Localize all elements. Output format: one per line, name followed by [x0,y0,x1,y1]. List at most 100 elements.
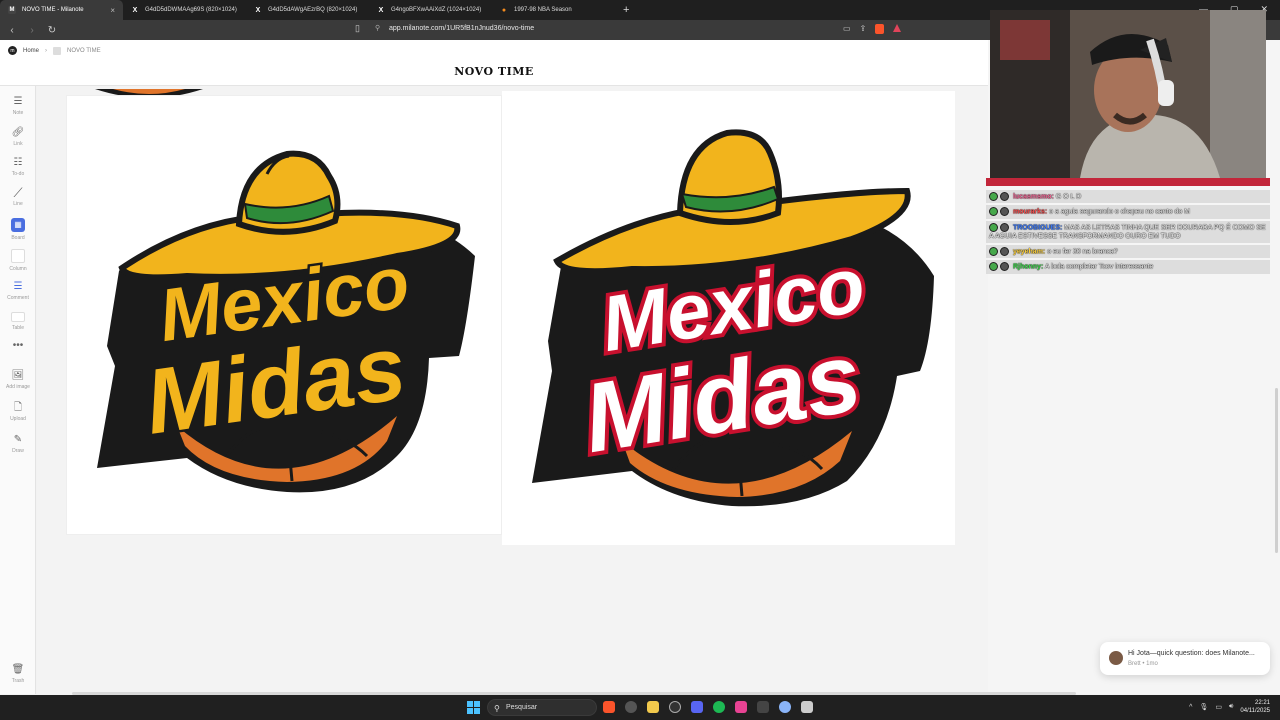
comment-icon: ☰ [13,281,23,292]
github-icon[interactable] [669,701,681,713]
badge-icon [1000,192,1009,201]
tool-draw[interactable]: ✎ Draw [0,434,36,454]
share-icon[interactable]: ⇪ [860,24,867,34]
file-explorer-icon[interactable] [647,701,659,713]
streamer-webcam-image [990,10,1266,178]
spotify-icon[interactable] [713,701,725,713]
chat-username: mourarks: [1012,208,1048,216]
x-icon: X [255,6,261,14]
settings-taskbar-icon[interactable] [625,701,637,713]
avatar [1109,651,1123,665]
tool-label: Line [13,201,23,207]
clock-time: 22:21 [1254,700,1270,706]
tool-line[interactable]: ⟋ Line [0,186,36,207]
windows-start-icon[interactable] [467,701,480,714]
chat-message: TROOBIGUES: MAS AS LETRAS TINHA QUE SER … [986,220,1270,244]
tool-comment[interactable]: ☰ Comment [0,281,36,301]
speaker-icon[interactable]: 🔊︎ [1229,703,1233,711]
network-icon[interactable]: ▭ [1215,703,1222,711]
microphone-icon[interactable]: 🎙︎ [1199,703,1208,711]
tool-more[interactable]: ••• [0,340,36,354]
tool-label: Table [12,325,24,331]
vertical-scrollbar[interactable] [1275,388,1278,553]
column-icon [11,249,25,263]
tool-label: Column [9,266,27,272]
new-tab-button[interactable]: + [623,4,629,16]
tab-label: G4ngoBFXwAAiXdZ (1024×1024) [391,7,482,13]
webcam-overlay [990,10,1266,178]
tab-milanote[interactable]: M NOVO TIME - Milanote × [0,0,123,20]
tool-label: Link [13,141,23,147]
note-icon: ☰ [13,96,23,107]
tab-image-1[interactable]: X G4dD5dDWMAAg69S (820×1024) [123,0,246,20]
stream-chat: lucasmsmo: G O L D mourarks: o a aguia s… [986,190,1270,276]
x-icon: X [378,6,384,14]
tool-label: To-do [11,171,25,177]
back-icon[interactable]: ‹ [4,25,20,36]
brave-rewards-icon[interactable] [893,24,902,32]
chat-message: Rjhonny: A bola completar Tcov interessa… [986,260,1270,274]
badge-icon [989,262,998,272]
chevron-up-icon[interactable]: ^ [1189,704,1192,711]
bookmark-icon[interactable]: ▯ [355,23,360,34]
app-icon[interactable] [735,701,747,713]
toast-message: Hi Jota—quick question: does Milanote... [1128,650,1255,657]
url-field[interactable]: app.milanote.com/1UR5fB1nJnud36/novo-tim… [389,25,534,32]
media-icon[interactable] [757,701,769,713]
tool-note[interactable]: ☰ Note [0,96,36,116]
upload-icon: 🗋︎ [13,402,23,413]
toast-meta: Brett • 1mo [1128,661,1158,667]
clock[interactable]: 22:21 04/11/2025 [1240,699,1270,715]
tab-label: G4dD5dAWgAEzrBQ (820×1024) [268,7,358,13]
brave-shields-icon[interactable] [875,24,885,34]
breadcrumb-home[interactable]: Home [23,48,39,54]
tool-upload[interactable]: 🗋︎ Upload [0,402,36,422]
taskbar-search[interactable]: ⚲ Pesquisar [487,699,597,716]
badge-icon [1000,207,1009,217]
chat-text: o a aguia segurando o chapeu no canto do… [1049,208,1191,216]
tool-trash[interactable]: 🗑︎ Trash [0,664,36,684]
mexico-midas-gold-logo: Mexico Midas [97,150,475,493]
page-title[interactable]: NOVO TIME [0,65,988,78]
reload-icon[interactable]: ↻ [44,25,60,36]
draw-icon: ✎ [13,434,23,445]
app-header: m Home › NOVO TIME NOVO TIME [0,40,988,86]
tool-todo[interactable]: ☷ To-do [0,157,36,177]
system-tray: ^ 🎙︎ ▭ 🔊︎ 22:21 04/11/2025 [1189,699,1270,715]
tab-image-2[interactable]: X G4dD5dAWgAEzrBQ (820×1024) [246,0,369,20]
tool-label: Comment [7,295,29,301]
breadcrumb-current[interactable]: NOVO TIME [67,48,101,54]
chat-message: mourarks: o a aguia segurando o chapeu n… [986,205,1270,219]
tool-link[interactable]: 🔗︎ Link [0,127,36,147]
close-icon[interactable]: × [110,6,115,15]
tool-label: Board [11,235,25,241]
chat-username: yeyeham: [1012,248,1046,256]
chat-text: o eu fer 30 na branca? [1047,248,1118,256]
tool-label: Draw [12,448,24,454]
milanote-icon: M [8,6,16,14]
tab-nba-season[interactable]: ● 1997-98 NBA Season [492,0,615,20]
brave-taskbar-icon[interactable] [603,701,615,713]
milanote-logo-icon[interactable]: m [8,46,17,55]
forward-icon[interactable]: › [24,25,40,36]
tool-column[interactable]: Column [0,249,36,272]
tool-add-image[interactable]: 🖼︎ Add image [0,370,36,390]
site-info-icon[interactable]: ⚲ [375,24,380,32]
tool-board[interactable]: ▦ Board [0,218,36,241]
cast-icon[interactable]: ▭ [843,24,851,34]
tool-label: Add image [6,384,30,390]
intercom-message-toast[interactable]: Hi Jota—quick question: does Milanote...… [1100,642,1270,675]
basketball-reference-icon: ● [501,6,507,14]
discord-icon[interactable] [691,701,703,713]
badge-icon [989,207,998,217]
gear-icon[interactable] [779,701,791,713]
stream-accent-bar [986,178,1270,186]
tab-label: 1997-98 NBA Season [514,7,572,13]
image-card-gold-logo[interactable]: Mexico Midas [66,95,502,535]
image-card-white-logo[interactable]: Mexico Midas [502,91,955,545]
tab-image-3[interactable]: X G4ngoBFXwAAiXdZ (1024×1024) [369,0,492,20]
board-icon: ▦ [11,218,25,232]
badge-icon [989,222,998,232]
app-icon[interactable] [801,701,813,713]
tool-table[interactable]: Table [0,312,36,331]
